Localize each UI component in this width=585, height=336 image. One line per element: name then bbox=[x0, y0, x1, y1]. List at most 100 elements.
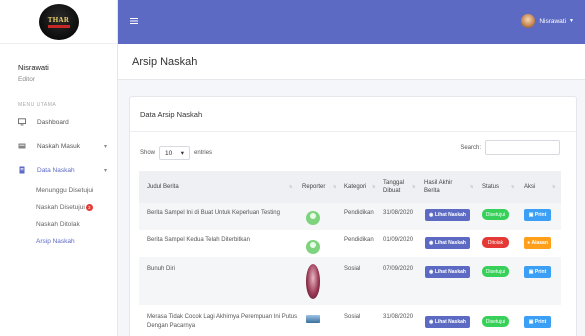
sidebar-item-data-naskah[interactable]: Data Naskah ▾ bbox=[0, 158, 117, 182]
status-badge: Disetujui bbox=[482, 209, 509, 220]
col-tanggal[interactable]: Tanggal Dibuat bbox=[383, 171, 409, 203]
hamburger-icon[interactable] bbox=[130, 17, 138, 25]
reason-button[interactable]: ● Alasan bbox=[524, 237, 551, 249]
header-label: Aksi bbox=[524, 184, 536, 190]
view-naskah-button[interactable]: ◉ Lihat Naskah bbox=[425, 316, 470, 328]
button-label: Print bbox=[534, 212, 547, 218]
col-reporter[interactable]: Reporter bbox=[302, 171, 334, 203]
header-label: Status bbox=[482, 184, 500, 190]
cell-tanggal: 01/09/2020 bbox=[383, 237, 414, 243]
topbar: Nisrawati ▼ bbox=[118, 0, 585, 44]
button-label: Lihat Naskah bbox=[434, 212, 466, 218]
inbox-icon bbox=[18, 142, 26, 150]
user-name: Nisrawati bbox=[18, 63, 49, 72]
page-title: Arsip Naskah bbox=[132, 56, 198, 68]
sort-icon: ⇅ bbox=[511, 184, 515, 189]
status-badge: Disetujui bbox=[482, 266, 509, 277]
entries-label: entries bbox=[194, 150, 213, 156]
chevron-down-icon: ▾ bbox=[180, 150, 185, 157]
sort-icon: ⇅ bbox=[412, 184, 416, 189]
cell-kategori: Sosial bbox=[344, 266, 361, 272]
photo-icon bbox=[306, 315, 320, 323]
sidebar-item-label: Dashboard bbox=[37, 118, 69, 126]
sidebar-subitem-ditolak[interactable]: Naskah Ditolak bbox=[0, 216, 117, 233]
col-aksi[interactable]: Aksi bbox=[524, 171, 544, 203]
sidebar-item-naskah-masuk[interactable]: Naskah Masuk ▾ bbox=[0, 134, 117, 158]
cell-tanggal: 07/09/2020 bbox=[383, 266, 414, 272]
header-label: Tanggal Dibuat bbox=[383, 180, 405, 194]
button-label: Print bbox=[534, 269, 547, 275]
sort-icon: ⇅ bbox=[552, 184, 556, 189]
cell-kategori: Sosial bbox=[344, 314, 361, 320]
table-header: Judul Berita ⇅ Reporter ⇅ Kategori ⇅ Tan… bbox=[139, 171, 561, 203]
col-hasil[interactable]: Hasil Akhir Berita bbox=[424, 171, 460, 203]
view-naskah-button[interactable]: ◉ Lihat Naskah bbox=[425, 209, 470, 221]
show-label: Show bbox=[140, 150, 156, 156]
col-status[interactable]: Status bbox=[482, 171, 506, 203]
avatar bbox=[521, 14, 536, 28]
sort-icon: ⇅ bbox=[372, 184, 376, 189]
print-button[interactable]: ▣ Print bbox=[524, 316, 551, 328]
sidebar-subitem-menunggu[interactable]: Menunggu Disetujui bbox=[0, 182, 117, 199]
table-row: Merasa Tidak Cocok Lagi Akhirnya Perempu… bbox=[139, 305, 561, 336]
button-label: Lihat Naskah bbox=[434, 319, 466, 325]
logo[interactable]: THAR bbox=[38, 3, 79, 40]
cell-judul: Bunuh Diri bbox=[147, 266, 176, 272]
sidebar-subitem-disetujui[interactable]: Naskah Disetujui 3 bbox=[0, 199, 117, 216]
brand: THAR bbox=[0, 0, 117, 44]
cell-tanggal: 31/08/2020 bbox=[383, 210, 414, 216]
button-label: Lihat Naskah bbox=[434, 240, 466, 246]
card-title: Data Arsip Naskah bbox=[140, 110, 203, 119]
avatar-icon bbox=[306, 211, 320, 225]
view-naskah-button[interactable]: ◉ Lihat Naskah bbox=[425, 266, 470, 278]
document-icon bbox=[18, 166, 26, 174]
sidebar-item-dashboard[interactable]: Dashboard bbox=[0, 110, 117, 134]
status-badge: Ditolak bbox=[482, 237, 509, 248]
sort-icon: ⇅ bbox=[289, 184, 293, 189]
header-label: Hasil Akhir Berita bbox=[424, 180, 453, 194]
sidebar-item-label: Data Naskah bbox=[37, 166, 75, 174]
sidebar-subitem-label: Naskah Ditolak bbox=[36, 221, 80, 228]
search-input[interactable] bbox=[485, 140, 560, 155]
col-kategori[interactable]: Kategori bbox=[344, 171, 374, 203]
topbar-user-name: Nisrawati bbox=[539, 17, 567, 25]
avatar-icon bbox=[306, 240, 320, 254]
sidebar-subitem-label: Arsip Naskah bbox=[36, 238, 75, 245]
search-control: Search: bbox=[460, 140, 560, 155]
print-button[interactable]: ▣ Print bbox=[524, 266, 551, 278]
cell-judul: Merasa Tidak Cocok Lagi Akhirnya Perempu… bbox=[147, 314, 298, 329]
table-row: Bunuh Diri Sosial 07/09/2020 ◉ Lihat Nas… bbox=[139, 257, 561, 305]
entries-select[interactable]: 10 ▾ bbox=[159, 146, 191, 160]
entries-control: Show 10 ▾ entries bbox=[140, 146, 212, 160]
sidebar-item-label: Naskah Masuk bbox=[37, 142, 80, 150]
header-label: Reporter bbox=[302, 184, 326, 190]
view-naskah-button[interactable]: ◉ Lihat Naskah bbox=[425, 237, 470, 249]
sidebar-subitem-label: Naskah Disetujui bbox=[36, 204, 85, 211]
notification-badge: 3 bbox=[85, 204, 93, 211]
cell-judul: Berita Sampel Kedua Telah Diterbitkan bbox=[147, 237, 250, 243]
divider bbox=[130, 131, 576, 132]
menu-section-label: MENU UTAMA bbox=[18, 102, 57, 108]
print-button[interactable]: ▣ Print bbox=[524, 209, 551, 221]
col-judul[interactable]: Judul Berita bbox=[147, 171, 297, 203]
status-badge: Disetujui bbox=[482, 316, 509, 327]
photo-icon bbox=[306, 264, 320, 299]
cell-judul: Berita Sampel Ini di Buat Untuk Keperlua… bbox=[147, 210, 280, 216]
user-panel: Nisrawati Editor bbox=[0, 44, 117, 94]
sort-icon: ⇅ bbox=[470, 184, 474, 189]
cell-kategori: Pendidikan bbox=[344, 237, 374, 243]
chevron-down-icon: ▾ bbox=[103, 167, 107, 174]
search-label: Search: bbox=[460, 144, 481, 151]
cell-kategori: Pendidikan bbox=[344, 210, 374, 216]
sidebar-subitem-label: Menunggu Disetujui bbox=[36, 187, 94, 194]
sidebar-subitem-arsip[interactable]: Arsip Naskah bbox=[0, 233, 117, 250]
user-menu[interactable]: Nisrawati ▼ bbox=[521, 14, 574, 28]
sort-icon: ⇅ bbox=[333, 184, 337, 189]
monitor-icon bbox=[18, 118, 26, 126]
header-label: Judul Berita bbox=[147, 184, 179, 190]
button-label: Alasan bbox=[531, 240, 548, 246]
logo-text: THAR bbox=[47, 15, 70, 24]
sidebar: THAR Nisrawati Editor MENU UTAMA Dashboa… bbox=[0, 0, 118, 336]
caret-down-icon: ▼ bbox=[569, 18, 574, 24]
header-label: Kategori bbox=[344, 184, 367, 190]
